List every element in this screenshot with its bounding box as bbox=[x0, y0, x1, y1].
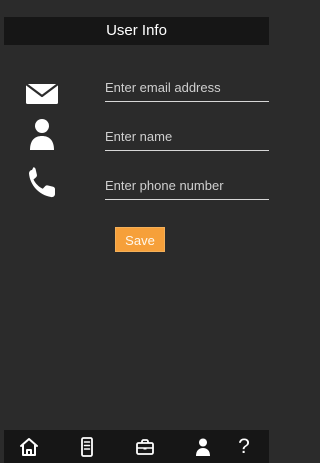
phone-input[interactable] bbox=[105, 171, 265, 199]
header-bar: User Info bbox=[4, 17, 269, 45]
bottom-navigation: ? bbox=[4, 430, 269, 463]
help-icon: ? bbox=[238, 435, 250, 458]
name-field[interactable] bbox=[105, 122, 269, 151]
nav-briefcase[interactable] bbox=[120, 430, 170, 463]
person-icon bbox=[22, 114, 62, 154]
profile-icon bbox=[196, 438, 210, 456]
email-input[interactable] bbox=[105, 73, 265, 101]
nav-documents[interactable] bbox=[62, 430, 112, 463]
envelope-icon bbox=[22, 74, 62, 114]
document-icon bbox=[81, 436, 93, 457]
home-icon bbox=[20, 437, 38, 456]
email-field[interactable] bbox=[105, 73, 269, 102]
briefcase-icon bbox=[136, 438, 154, 455]
phone-field[interactable] bbox=[105, 171, 269, 200]
page-title: User Info bbox=[106, 22, 167, 39]
phone-icon bbox=[22, 164, 62, 204]
name-input[interactable] bbox=[105, 122, 265, 150]
nav-home[interactable] bbox=[4, 430, 54, 463]
save-button[interactable]: Save bbox=[115, 227, 165, 252]
nav-help[interactable]: ? bbox=[219, 430, 269, 463]
